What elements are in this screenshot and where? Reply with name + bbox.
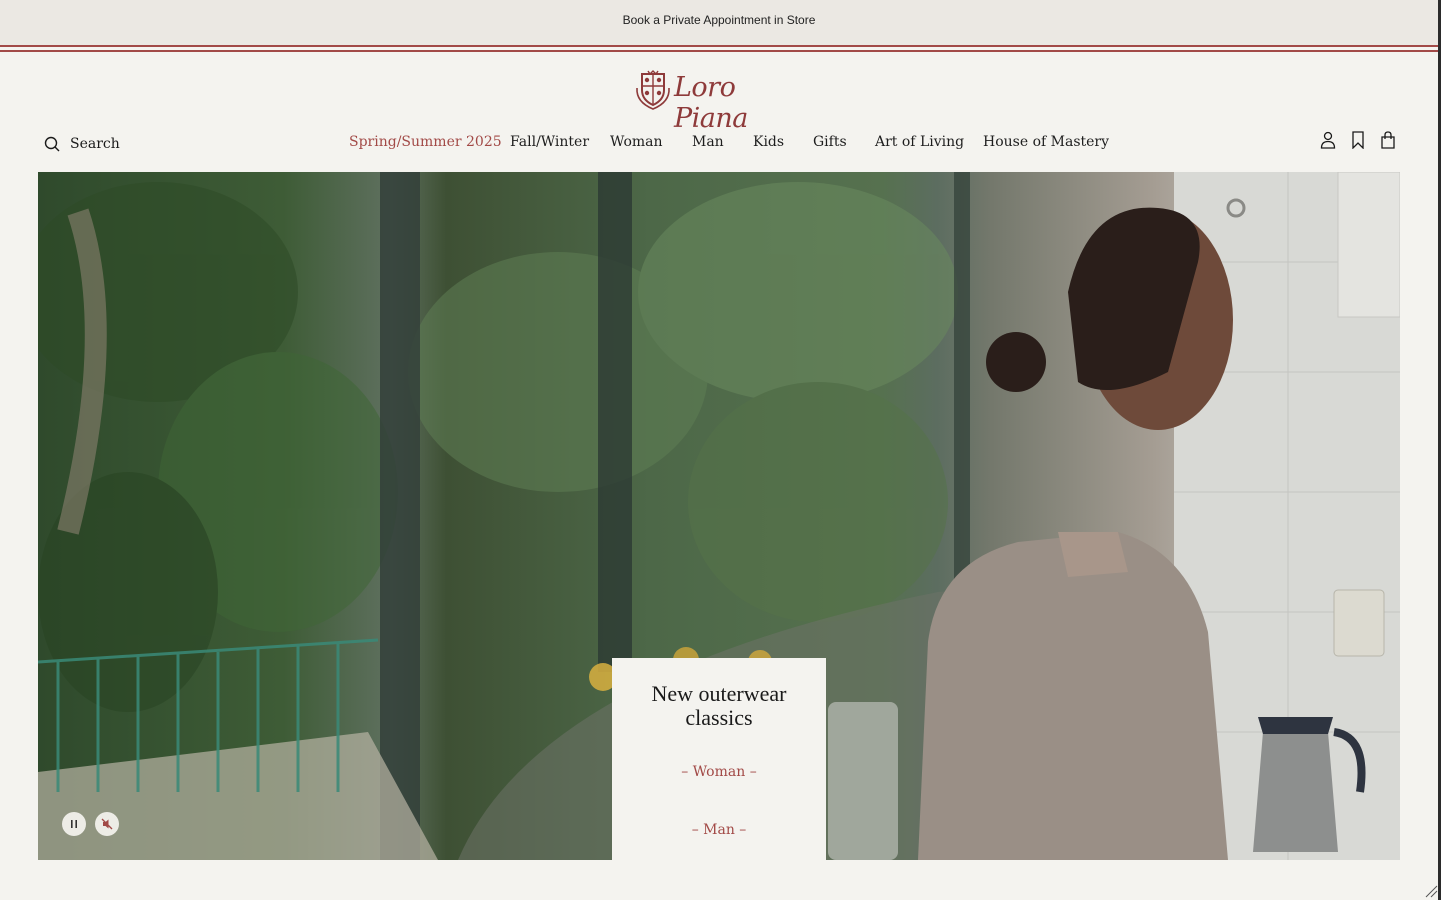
bag-button[interactable] xyxy=(1378,130,1398,150)
account-button[interactable] xyxy=(1318,130,1338,150)
mute-icon xyxy=(101,818,113,830)
promo-title: New outerwear classics xyxy=(651,681,787,730)
nav-item-woman[interactable]: Woman xyxy=(610,134,663,150)
divider-stripe xyxy=(0,50,1438,52)
nav-item-house-of-mastery[interactable]: House of Mastery xyxy=(983,134,1109,150)
crest-icon xyxy=(636,70,670,110)
shop-woman-link[interactable]: – Woman – xyxy=(612,764,826,780)
nav-item-man[interactable]: Man xyxy=(692,134,724,150)
nav-item-spring-summer-2025[interactable]: Spring/Summer 2025 xyxy=(349,134,502,150)
wishlist-icon xyxy=(1352,131,1364,149)
bag-icon xyxy=(1381,131,1395,149)
divider-stripe xyxy=(0,45,1438,47)
wishlist-button[interactable] xyxy=(1348,130,1368,150)
brand-logo[interactable]: Loro Piana xyxy=(634,70,806,134)
book-appointment-link[interactable]: Book a Private Appointment in Store xyxy=(0,13,1438,27)
main-nav: Spring/Summer 2025 Fall/Winter Woman Man… xyxy=(0,134,1441,156)
pause-icon xyxy=(71,820,77,828)
nav-item-fall-winter[interactable]: Fall/Winter xyxy=(510,134,589,150)
nav-item-art-of-living[interactable]: Art of Living xyxy=(875,134,964,150)
nav-item-kids[interactable]: Kids xyxy=(753,134,784,150)
utility-icons xyxy=(1318,130,1398,150)
shop-man-link[interactable]: – Man – xyxy=(612,822,826,838)
promo-card: New outerwear classics – Woman – – Man – xyxy=(612,658,826,860)
announcement-bar: Book a Private Appointment in Store xyxy=(0,0,1438,45)
resize-grip-icon[interactable] xyxy=(1424,884,1438,898)
account-icon xyxy=(1320,131,1336,149)
pause-button[interactable] xyxy=(62,812,86,836)
mute-button[interactable] xyxy=(95,812,119,836)
nav-item-gifts[interactable]: Gifts xyxy=(813,134,847,150)
brand-wordmark: Loro Piana xyxy=(674,72,748,134)
